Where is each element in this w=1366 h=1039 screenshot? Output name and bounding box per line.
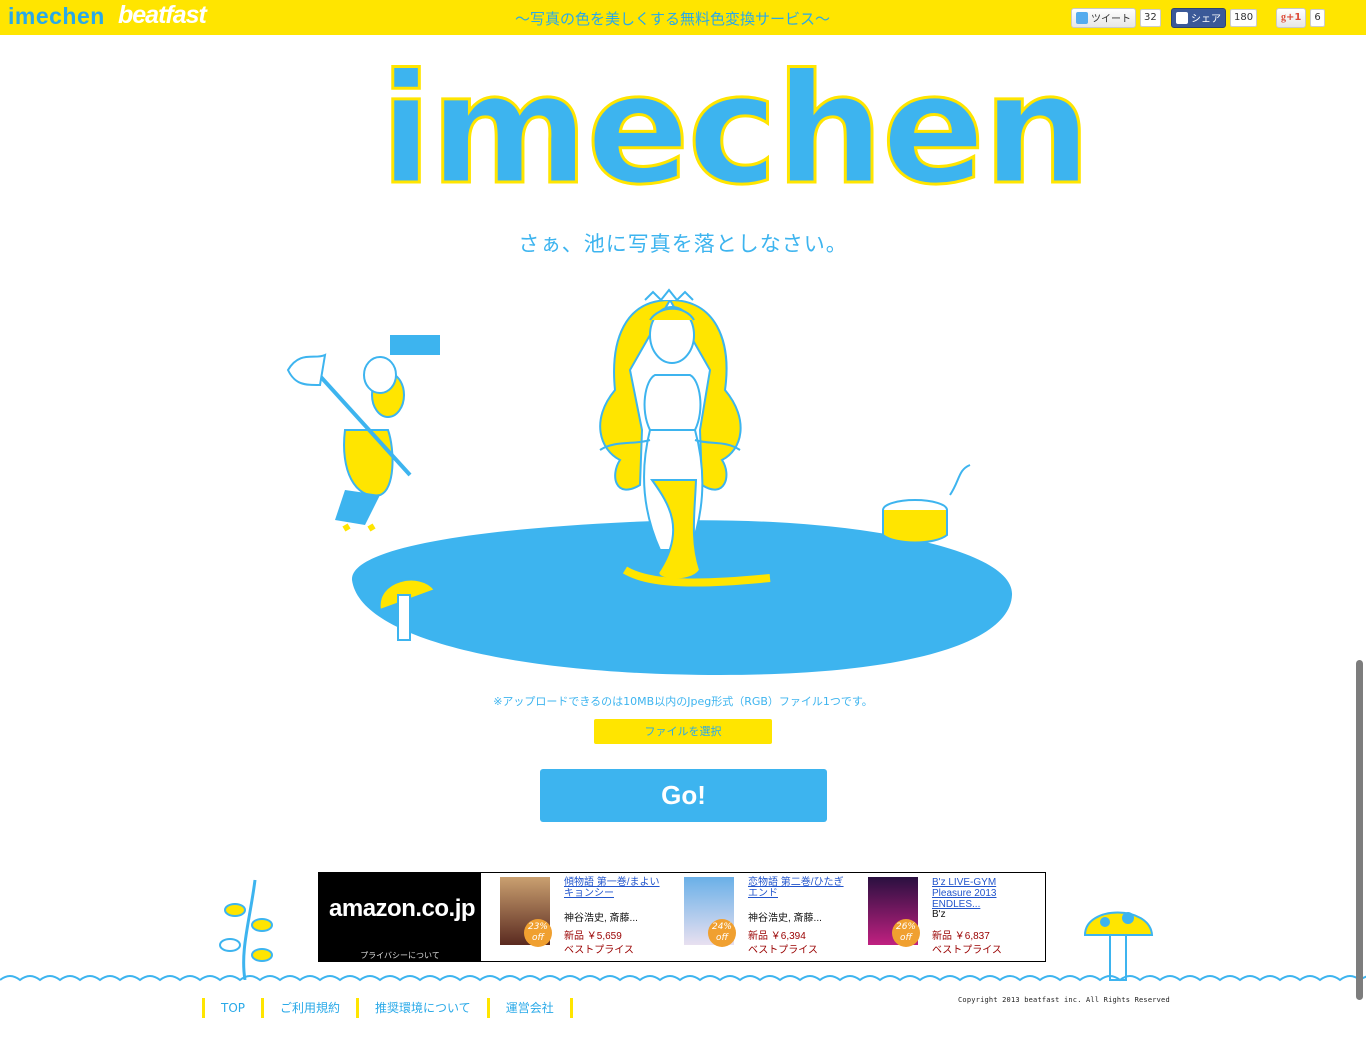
tweet-widget: ツイート 32 xyxy=(1071,7,1161,28)
product-price: 新品 ￥6,837 xyxy=(932,931,990,942)
go-button[interactable]: Go! xyxy=(540,769,827,822)
hero-subtitle: さぁ、池に写真を落としなさい。 xyxy=(518,232,848,256)
product-price: 新品 ￥5,659 xyxy=(564,931,622,942)
upload-note: ※アップロードできるのは10MB以内のJpeg形式（RGB）ファイル1つです。 xyxy=(493,695,873,708)
product-thumbnail[interactable]: 23% off xyxy=(500,877,552,947)
product-best-price: ベストプライス xyxy=(748,945,818,956)
amazon-item[interactable]: 24% off 恋物語 第二巻/ひたぎエンド 神谷浩史, 斎藤... 新品 ￥6… xyxy=(666,873,850,961)
product-best-price: ベストプライス xyxy=(932,945,1002,956)
brand-logo[interactable]: imechen xyxy=(8,3,105,30)
scrollbar[interactable] xyxy=(1356,660,1363,1000)
amazon-privacy-link[interactable]: プライバシーについて xyxy=(319,950,481,961)
lumberjack-figure xyxy=(286,335,440,532)
product-author: B'z xyxy=(932,909,946,920)
discount-badge: 24% off xyxy=(708,919,736,947)
stump xyxy=(882,464,971,544)
amazon-widget: amazon.co.jp プライバシーについて 23% off 傾物語 第一巻/… xyxy=(318,872,1046,962)
discount-badge: 26% off xyxy=(892,919,920,947)
gplus-button[interactable]: g +1 xyxy=(1276,7,1307,28)
product-title[interactable]: 恋物語 第二巻/ひたぎエンド xyxy=(748,877,848,899)
product-author: 神谷浩史, 斎藤... xyxy=(564,913,638,924)
amazon-logo[interactable]: amazon.co.jp プライバシーについて xyxy=(319,873,481,961)
share-count: 180 xyxy=(1230,8,1258,27)
gplus-count: 6 xyxy=(1310,8,1325,27)
product-thumbnail[interactable]: 24% off xyxy=(684,877,736,947)
gplus-widget: g +1 6 xyxy=(1276,7,1325,28)
share-label: シェア xyxy=(1191,14,1221,25)
amazon-item[interactable]: 26% off B'z LIVE-GYM Pleasure 2013 ENDLE… xyxy=(850,873,1034,961)
product-thumbnail[interactable]: 26% off xyxy=(868,877,920,947)
product-title[interactable]: 傾物語 第一巻/まよいキョンシー xyxy=(564,877,664,899)
tweet-count: 32 xyxy=(1140,8,1161,27)
plant-left-illustration xyxy=(219,879,273,980)
tagline: 〜写真の色を美しくする無料色変換サービス〜 xyxy=(515,10,831,28)
share-widget: シェア 180 xyxy=(1171,7,1258,28)
product-title[interactable]: B'z LIVE-GYM Pleasure 2013 ENDLES... xyxy=(932,877,1032,910)
footer-link-terms[interactable]: ご利用規約 xyxy=(261,998,356,1018)
footer-nav: TOP ご利用規約 推奨環境について 運営会社 xyxy=(202,998,573,1018)
pond-illustration xyxy=(286,288,1013,675)
discount-badge: 23% off xyxy=(524,919,552,947)
footer-link-environment[interactable]: 推奨環境について xyxy=(356,998,487,1018)
amazon-wordmark: amazon.co.jp xyxy=(329,895,476,922)
tweet-label: ツイート xyxy=(1091,14,1131,25)
gplus-label: +1 xyxy=(1286,12,1302,23)
footer-link-top[interactable]: TOP xyxy=(202,998,261,1018)
product-price: 新品 ￥6,394 xyxy=(748,931,806,942)
copyright: Copyright 2013 beatfast inc. All Rights … xyxy=(958,996,1170,1004)
product-author: 神谷浩史, 斎藤... xyxy=(748,913,822,924)
share-button[interactable]: シェア xyxy=(1171,7,1226,28)
footer-wave xyxy=(0,975,1366,982)
choose-file-button[interactable]: ファイルを選択 xyxy=(594,719,772,744)
amazon-item[interactable]: 23% off 傾物語 第一巻/まよいキョンシー 神谷浩史, 斎藤... 新品 … xyxy=(482,873,666,961)
top-bar: imechen beatfast 〜写真の色を美しくする無料色変換サービス〜 ツ… xyxy=(0,0,1366,35)
hero-logo: imechen xyxy=(379,41,1093,218)
beatfast-logo[interactable]: beatfast xyxy=(118,1,207,30)
footer-link-company[interactable]: 運営会社 xyxy=(486,998,573,1018)
tweet-button[interactable]: ツイート xyxy=(1071,7,1136,28)
facebook-icon xyxy=(1176,11,1188,24)
twitter-icon xyxy=(1076,11,1088,24)
product-best-price: ベストプライス xyxy=(564,945,634,956)
